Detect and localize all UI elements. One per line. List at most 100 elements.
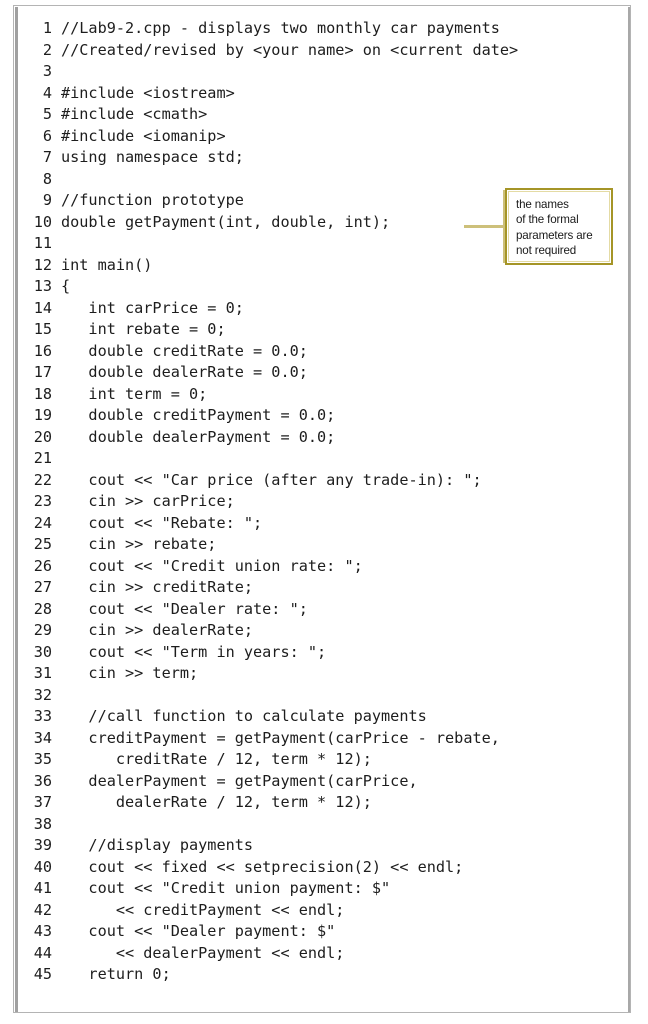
line-number: 17	[33, 363, 52, 381]
line-number: 16	[33, 341, 52, 360]
code-line: 27 cin >> creditRate;	[14, 577, 630, 599]
code-line: 13 {	[14, 276, 630, 298]
line-source: int carPrice = 0;	[61, 298, 244, 317]
line-source: double dealerRate = 0.0;	[61, 363, 308, 381]
annotation-callout-text: the names of the formal parameters are n…	[516, 198, 593, 257]
code-line: 40 cout << fixed << setprecision(2) << e…	[14, 857, 630, 879]
line-number: 7	[42, 148, 52, 166]
line-number: 37	[33, 793, 52, 811]
line-number: 41	[33, 879, 52, 897]
callout-leader-line	[464, 225, 507, 228]
annotation-callout: the names of the formal parameters are n…	[505, 188, 613, 265]
code-line: 5 #include <cmath>	[14, 104, 630, 126]
line-source: int term = 0;	[61, 384, 208, 403]
line-source: << dealerPayment << endl;	[61, 943, 345, 962]
line-number: 34	[33, 728, 52, 747]
code-line: 25 cin >> rebate;	[14, 534, 630, 556]
line-number: 29	[33, 621, 52, 639]
line-number: 39	[33, 836, 52, 854]
code-line: 38	[14, 814, 630, 836]
line-source: cin >> carPrice;	[61, 492, 235, 510]
code-line: 35 creditRate / 12, term * 12);	[14, 749, 630, 771]
line-number: 28	[33, 599, 52, 618]
line-source: return 0;	[61, 965, 171, 983]
code-line: 30 cout << "Term in years: ";	[14, 642, 630, 664]
annotation-callout-inner: the names of the formal parameters are n…	[508, 191, 610, 262]
line-source: //function prototype	[61, 191, 244, 209]
line-number: 5	[42, 105, 52, 123]
line-source: cout << "Car price (after any trade-in):…	[61, 470, 482, 489]
line-number: 36	[33, 771, 52, 790]
line-number: 22	[33, 470, 52, 489]
line-source: cout << "Dealer rate: ";	[61, 599, 308, 618]
code-line: 44 << dealerPayment << endl;	[14, 943, 630, 965]
line-number: 23	[33, 492, 52, 510]
line-number: 24	[33, 513, 52, 532]
line-number: 33	[33, 707, 52, 725]
line-source: double getPayment(int, double, int);	[61, 212, 391, 231]
line-source: cout << "Dealer payment: $"	[61, 922, 336, 940]
line-source: creditRate / 12, term * 12);	[61, 750, 372, 768]
line-source: double dealerPayment = 0.0;	[61, 427, 336, 446]
line-number: 26	[33, 556, 52, 575]
code-line: 34 creditPayment = getPayment(carPrice -…	[14, 728, 630, 750]
line-source: #include <iostream>	[61, 83, 235, 102]
line-number: 11	[33, 234, 52, 252]
line-number: 6	[42, 126, 52, 145]
line-number: 20	[33, 427, 52, 446]
code-line: 19 double creditPayment = 0.0;	[14, 405, 630, 427]
line-number: 44	[33, 943, 52, 962]
line-source: //Created/revised by <your name> on <cur…	[61, 40, 519, 59]
line-number: 35	[33, 750, 52, 768]
line-source: cin >> creditRate;	[61, 578, 254, 596]
line-source: double creditRate = 0.0;	[61, 341, 308, 360]
line-source: #include <iomanip>	[61, 126, 226, 145]
line-number: 21	[33, 449, 52, 467]
code-line: 14 int carPrice = 0;	[14, 298, 630, 320]
line-source: {	[61, 277, 71, 295]
code-line: 43 cout << "Dealer payment: $"	[14, 921, 630, 943]
code-line: 26 cout << "Credit union rate: ";	[14, 556, 630, 578]
line-number: 14	[33, 298, 52, 317]
line-number: 9	[42, 191, 52, 209]
code-line: 17 double dealerRate = 0.0;	[14, 362, 630, 384]
code-line: 39 //display payments	[14, 835, 630, 857]
line-number: 13	[33, 277, 52, 295]
line-number: 10	[33, 212, 52, 231]
code-line: 6 #include <iomanip>	[14, 126, 630, 148]
code-line: 4 #include <iostream>	[14, 83, 630, 105]
line-source: //display payments	[61, 836, 254, 854]
line-source: #include <cmath>	[61, 105, 208, 123]
code-listing-frame: 1 //Lab9-2.cpp - displays two monthly car…	[13, 5, 631, 1013]
line-number: 43	[33, 922, 52, 940]
code-line: 41 cout << "Credit union payment: $"	[14, 878, 630, 900]
line-number: 4	[42, 83, 52, 102]
line-source: cout << "Rebate: ";	[61, 513, 263, 532]
line-source: int rebate = 0;	[61, 320, 226, 338]
code-line: 3	[14, 61, 630, 83]
line-number: 31	[33, 664, 52, 682]
line-source: cin >> rebate;	[61, 535, 217, 553]
line-source: dealerRate / 12, term * 12);	[61, 793, 372, 811]
code-line: 31 cin >> term;	[14, 663, 630, 685]
line-source: << creditPayment << endl;	[61, 900, 345, 919]
line-source: cout << fixed << setprecision(2) << endl…	[61, 857, 464, 876]
line-source: cout << "Credit union payment: $"	[61, 879, 391, 897]
line-number: 19	[33, 406, 52, 424]
code-line: 24 cout << "Rebate: ";	[14, 513, 630, 535]
line-number: 12	[33, 255, 52, 274]
code-line: 45 return 0;	[14, 964, 630, 986]
line-number: 18	[33, 384, 52, 403]
code-line: 29 cin >> dealerRate;	[14, 620, 630, 642]
line-source: //call function to calculate payments	[61, 707, 427, 725]
code-line: 1 //Lab9-2.cpp - displays two monthly car…	[14, 18, 630, 40]
code-line: 42 << creditPayment << endl;	[14, 900, 630, 922]
code-line: 28 cout << "Dealer rate: ";	[14, 599, 630, 621]
code-line: 22 cout << "Car price (after any trade-i…	[14, 470, 630, 492]
code-line: 32	[14, 685, 630, 707]
line-source: cin >> term;	[61, 664, 199, 682]
line-source: //Lab9-2.cpp - displays two monthly car …	[61, 19, 500, 37]
line-number: 3	[42, 62, 52, 80]
code-line: 7 using namespace std;	[14, 147, 630, 169]
code-line: 8	[14, 169, 630, 191]
